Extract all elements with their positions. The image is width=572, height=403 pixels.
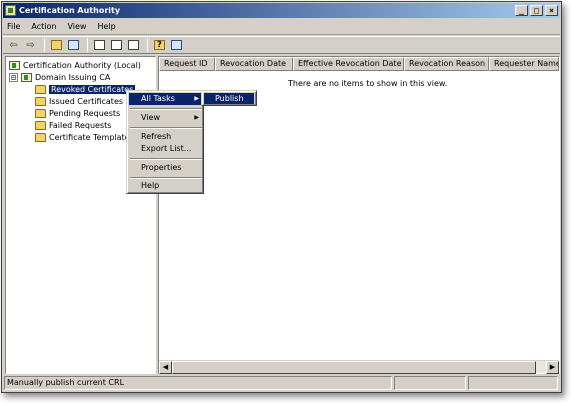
menu-view[interactable]: View <box>67 22 86 31</box>
certificate-authority-icon <box>9 61 20 70</box>
close-button[interactable]: × <box>545 5 558 16</box>
tree-label: Revoked Certificates <box>47 84 137 95</box>
ca-server-icon <box>21 73 32 82</box>
context-menu: All Tasks ▶ View ▶ Refresh Export List..… <box>126 90 204 194</box>
menu-action[interactable]: Action <box>31 22 56 31</box>
properties-icon[interactable] <box>92 38 107 52</box>
tree-item-issued-certificates[interactable]: Issued Certificates <box>35 96 123 107</box>
empty-list-message: There are no items to show in this view. <box>288 79 448 88</box>
tree-item-ca[interactable]: ⊟ Domain Issuing CA <box>9 72 110 83</box>
title-bar[interactable]: Certification Authority _ □ × <box>3 3 560 18</box>
status-text: Manually publish current CRL <box>4 376 392 390</box>
menu-item-help[interactable]: Help <box>129 180 203 192</box>
folder-icon <box>35 109 46 118</box>
toolbar-separator <box>87 38 88 52</box>
horizontal-scrollbar[interactable]: ◀ ▶ <box>159 360 559 374</box>
menu-help[interactable]: Help <box>97 22 115 31</box>
maximize-button[interactable]: □ <box>530 5 543 16</box>
column-revocation-reason[interactable]: Revocation Reason <box>404 57 489 71</box>
status-pane-3 <box>468 376 558 390</box>
menu-item-export-list[interactable]: Export List... <box>129 143 203 155</box>
tree-item-revoked-certificates[interactable]: Revoked Certificates <box>35 84 137 95</box>
menu-bar: File Action View Help <box>3 19 560 35</box>
toolbar-separator <box>44 38 45 52</box>
folder-icon <box>35 133 46 142</box>
console-icon[interactable] <box>169 38 184 52</box>
tree-item-pending-requests[interactable]: Pending Requests <box>35 108 120 119</box>
export-list-icon[interactable] <box>126 38 141 52</box>
folder-icon <box>35 85 46 94</box>
folder-icon <box>35 97 46 106</box>
column-request-id[interactable]: Request ID <box>159 57 215 71</box>
column-requester-name[interactable]: Requester Name <box>489 57 559 71</box>
minimize-button[interactable]: _ <box>515 5 528 16</box>
menu-item-refresh[interactable]: Refresh <box>129 131 203 143</box>
scrollbar-thumb[interactable] <box>172 361 536 374</box>
collapse-icon[interactable]: ⊟ <box>9 73 18 82</box>
tree-item-root[interactable]: Certification Authority (Local) <box>9 60 141 71</box>
forward-arrow-icon[interactable]: ⇨ <box>23 38 38 52</box>
window-title: Certification Authority <box>19 6 121 15</box>
help-icon[interactable]: ? <box>152 38 167 52</box>
menu-item-label: View <box>141 113 160 122</box>
menu-item-all-tasks[interactable]: All Tasks ▶ <box>129 93 203 105</box>
column-effective-revocation-date[interactable]: Effective Revocation Date <box>293 57 404 71</box>
tree-label: Domain Issuing CA <box>35 73 111 82</box>
menu-item-publish[interactable]: Publish <box>204 93 254 104</box>
up-folder-icon[interactable] <box>49 38 64 52</box>
submenu-arrow-icon: ▶ <box>194 95 199 102</box>
all-tasks-submenu: Publish <box>201 90 257 106</box>
refresh-icon[interactable] <box>109 38 124 52</box>
menu-separator <box>130 158 202 160</box>
tree-label: Failed Requests <box>49 121 112 130</box>
tree-label: Certification Authority (Local) <box>23 61 141 70</box>
menu-separator <box>130 127 202 129</box>
tree-label: Issued Certificates <box>49 97 124 106</box>
tree-item-failed-requests[interactable]: Failed Requests <box>35 120 111 131</box>
status-bar: Manually publish current CRL <box>3 375 560 392</box>
list-header: Request ID Revocation Date Effective Rev… <box>159 57 559 71</box>
status-pane-2 <box>394 376 466 390</box>
toolbar: ⇦ ⇨ ? <box>3 36 560 54</box>
column-revocation-date[interactable]: Revocation Date <box>215 57 293 71</box>
menu-item-view[interactable]: View ▶ <box>129 112 203 124</box>
menu-file[interactable]: File <box>7 22 20 31</box>
menu-separator <box>130 108 202 110</box>
tree-label: Certificate Templates <box>49 133 134 142</box>
tree-label: Pending Requests <box>49 109 121 118</box>
show-hide-tree-icon[interactable] <box>66 38 81 52</box>
back-arrow-icon[interactable]: ⇦ <box>6 38 21 52</box>
tree-item-certificate-templates[interactable]: Certificate Templates <box>35 132 134 143</box>
toolbar-separator <box>147 38 148 52</box>
scroll-left-icon[interactable]: ◀ <box>159 361 172 374</box>
submenu-arrow-icon: ▶ <box>194 114 199 121</box>
menu-separator <box>130 177 202 179</box>
certificate-authority-icon <box>5 5 16 16</box>
menu-item-label: All Tasks <box>141 94 175 103</box>
scroll-right-icon[interactable]: ▶ <box>546 361 559 374</box>
menu-item-properties[interactable]: Properties <box>129 162 203 174</box>
app-window: Certification Authority _ □ × File Actio… <box>1 1 562 393</box>
folder-icon <box>35 121 46 130</box>
